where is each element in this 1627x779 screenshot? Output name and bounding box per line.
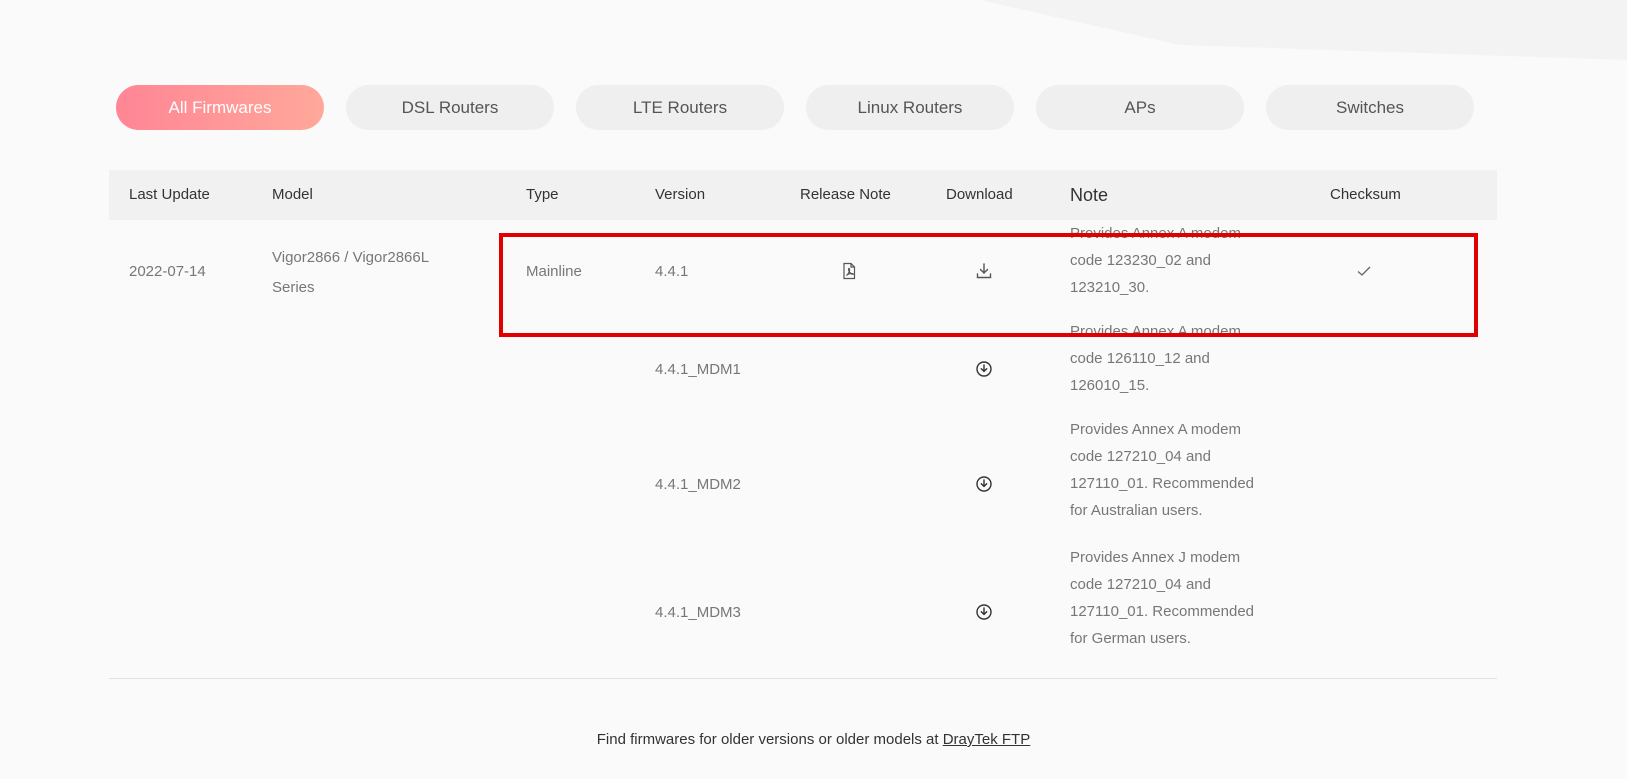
download-circle-icon[interactable] <box>975 603 993 621</box>
last-update-date: 2022-07-14 <box>129 263 206 280</box>
header-model: Model <box>272 186 313 203</box>
tab-switches[interactable]: Switches <box>1266 85 1474 130</box>
version-cell: 4.4.1_MDM1 <box>655 361 741 378</box>
note-cell: Provides Annex A modem code 126110_12 an… <box>1070 323 1241 394</box>
footer-message: Find firmwares for older versions or old… <box>596 731 943 748</box>
header-last-update: Last Update <box>129 186 210 203</box>
tab-lte-routers[interactable]: LTE Routers <box>576 85 784 130</box>
model-name-line1: Vigor2866 / Vigor2866L <box>272 249 430 266</box>
version-cell: 4.4.1_MDM3 <box>655 604 741 621</box>
header-type: Type <box>526 186 559 203</box>
note-cell: Provides Annex A modem code 123230_02 an… <box>1070 225 1241 296</box>
header-release-note: Release Note <box>800 186 891 203</box>
firmware-type: Mainline <box>526 263 582 280</box>
firmware-page: All Firmwares DSL Routers LTE Routers Li… <box>0 0 1627 779</box>
tab-linux-routers[interactable]: Linux Routers <box>806 85 1014 130</box>
download-tray-icon[interactable] <box>975 262 993 280</box>
header-checksum: Checksum <box>1330 186 1401 203</box>
checkmark-icon <box>1355 262 1373 280</box>
download-circle-icon[interactable] <box>975 475 993 493</box>
tab-aps[interactable]: APs <box>1036 85 1244 130</box>
pdf-icon[interactable] <box>840 262 858 280</box>
header-note: Note <box>1070 185 1109 205</box>
note-cell: Provides Annex J modem code 127210_04 an… <box>1070 549 1255 647</box>
table-header: Last Update Model Type Version Release N… <box>109 170 1497 220</box>
tab-dsl-routers[interactable]: DSL Routers <box>346 85 554 130</box>
header-download: Download <box>946 186 1013 203</box>
tab-all-firmwares[interactable]: All Firmwares <box>116 85 324 130</box>
version-cell: 4.4.1_MDM2 <box>655 476 741 493</box>
table-body: 2022-07-14 Vigor2866 / Vigor2866L Series… <box>109 220 1497 679</box>
draytek-ftp-link[interactable]: DrayTek FTP <box>943 731 1031 748</box>
firmware-table: Last Update Model Type Version Release N… <box>109 170 1497 679</box>
footer-text: Find firmwares for older versions or old… <box>0 731 1627 748</box>
firmware-filter-tabs: All Firmwares DSL Routers LTE Routers Li… <box>116 85 1474 130</box>
note-cell: Provides Annex A modem code 127210_04 an… <box>1070 421 1255 519</box>
header-version: Version <box>655 186 706 203</box>
model-name-line2: Series <box>272 279 315 296</box>
version-cell: 4.4.1 <box>655 263 689 280</box>
download-circle-icon[interactable] <box>975 360 993 378</box>
